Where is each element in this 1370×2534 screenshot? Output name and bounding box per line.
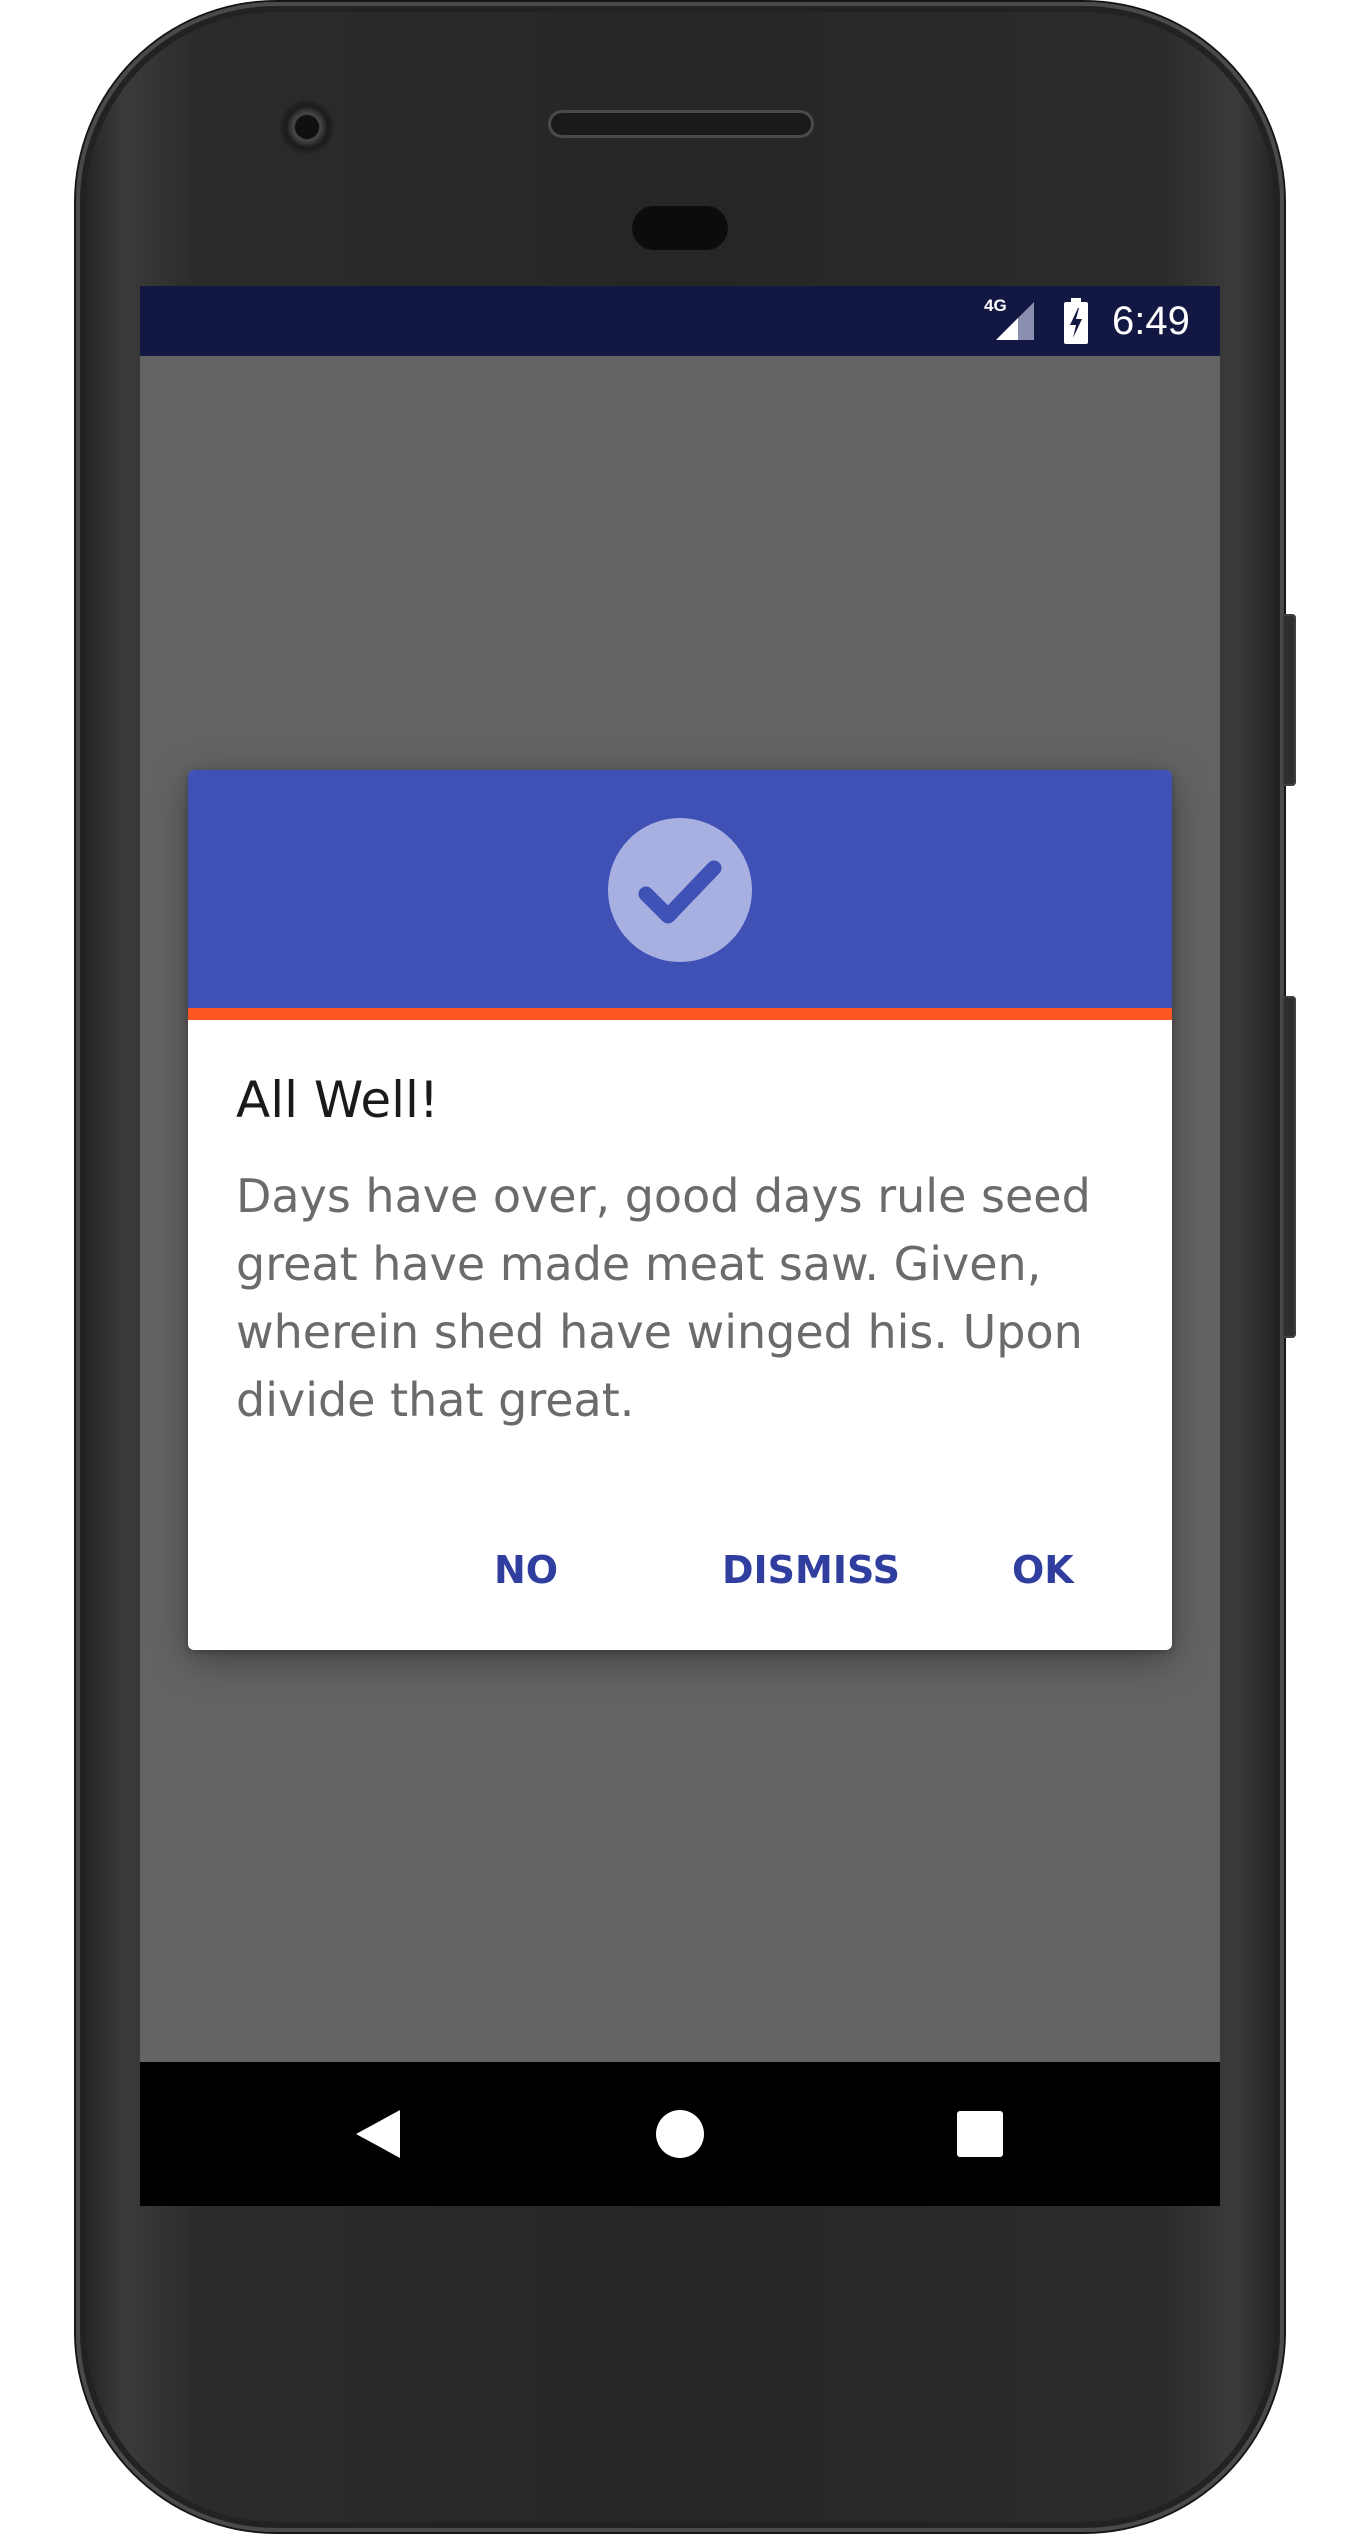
status-time: 6:49 xyxy=(1112,299,1190,343)
dismiss-button[interactable]: DISMISS xyxy=(698,1522,900,1618)
volume-button xyxy=(1282,996,1296,1338)
network-type-label: 4G xyxy=(984,296,1007,315)
screen: 4G 6:49 All Well! Days have over, good d… xyxy=(140,286,1220,2206)
navigation-bar xyxy=(140,2062,1220,2206)
home-circle-icon[interactable] xyxy=(644,2098,716,2170)
status-bar: 4G 6:49 xyxy=(140,286,1220,356)
recents-square-icon[interactable] xyxy=(944,2098,1016,2170)
earpiece-speaker xyxy=(548,110,814,138)
check-circle-icon xyxy=(608,818,752,962)
alert-dialog: All Well! Days have over, good days rule… xyxy=(188,770,1172,1650)
dialog-message: Days have over, good days rule seed grea… xyxy=(236,1169,1091,1427)
front-camera xyxy=(280,100,334,154)
battery-charging-icon xyxy=(1064,298,1088,344)
no-button[interactable]: NO xyxy=(470,1522,580,1618)
header-accent-line xyxy=(188,1008,1172,1020)
dialog-header xyxy=(188,770,1172,1008)
power-button xyxy=(1282,614,1296,786)
dialog-title: All Well! xyxy=(236,1071,439,1129)
back-triangle-icon[interactable] xyxy=(342,2098,414,2170)
ok-button[interactable]: OK xyxy=(988,1522,1088,1618)
dialog-actions: NO DISMISS OK xyxy=(188,1522,1172,1618)
proximity-sensor xyxy=(632,206,728,250)
